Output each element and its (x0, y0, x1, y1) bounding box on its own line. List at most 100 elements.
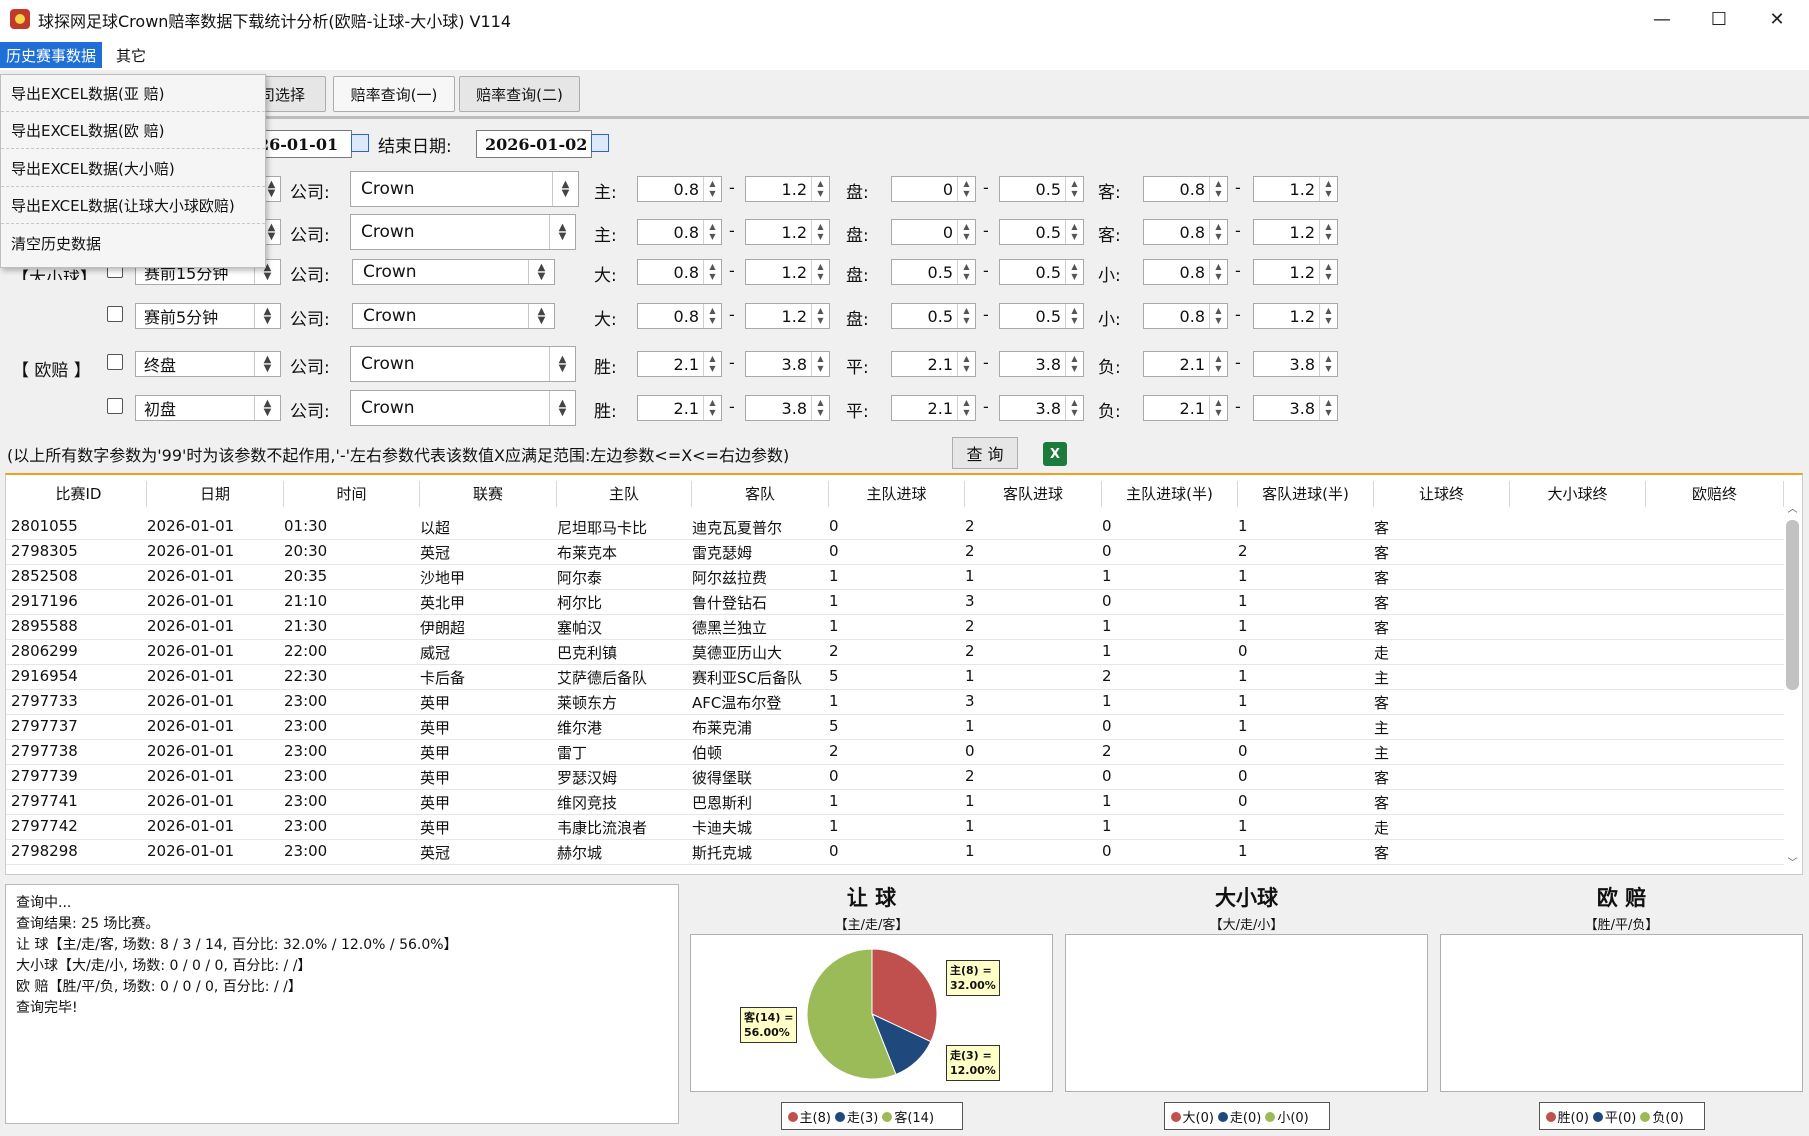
spin-arrows-icon[interactable]: ▲ ▼ (549, 215, 575, 249)
spin-arrows-icon[interactable]: ▲ ▼ (1319, 352, 1337, 376)
table-row[interactable]: 2797738 2026-01-01 23:00 英甲 雷丁 伯顿 2 0 2 0 主 (6, 740, 1784, 765)
excel-export-icon[interactable]: X (1043, 442, 1067, 466)
range-max-spinner[interactable]: 1.2 ▲ ▼ (745, 303, 830, 329)
table-row[interactable]: 2797739 2026-01-01 23:00 英甲 罗瑟汉姆 彼得堡联 0 2 0 0 客 (6, 765, 1784, 790)
scroll-down-icon[interactable]: ﹀ (1784, 854, 1801, 869)
spin-arrows-icon[interactable]: ▲ ▼ (1319, 220, 1337, 244)
range-min-spinner[interactable]: 2.1 ▲ ▼ (637, 395, 722, 421)
spin-arrows-icon[interactable]: ▲ ▼ (811, 352, 829, 376)
column-header[interactable]: 大小球终 (1510, 481, 1646, 507)
spin-arrows-icon[interactable]: ▲ ▼ (811, 177, 829, 201)
range-min-spinner[interactable]: 2.1 ▲ ▼ (1143, 351, 1228, 377)
range-max-spinner[interactable]: 0.5 ▲ ▼ (999, 259, 1084, 285)
range-min-spinner[interactable]: 0.8 ▲ ▼ (637, 176, 722, 202)
spin-arrows-icon[interactable]: ▲ ▼ (703, 304, 721, 328)
spin-arrows-icon[interactable]: ▲ ▼ (957, 220, 975, 244)
table-row[interactable]: 2895588 2026-01-01 21:30 伊朗超 塞帕汉 德黑兰独立 1 2 1 1 客 (6, 615, 1784, 640)
column-header[interactable]: 主队进球 (829, 481, 965, 507)
filter-checkbox[interactable] (107, 306, 123, 322)
period-select[interactable]: 终盘 ▲ ▼ (135, 351, 281, 377)
range-max-spinner[interactable]: 1.2 ▲ ▼ (1253, 259, 1338, 285)
spin-arrows-icon[interactable]: ▲ ▼ (1209, 304, 1227, 328)
range-max-spinner[interactable]: 3.8 ▲ ▼ (745, 395, 830, 421)
filter-checkbox[interactable] (107, 354, 123, 370)
spin-arrows-icon[interactable]: ▲ ▼ (528, 304, 554, 328)
spin-arrows-icon[interactable]: ▲ ▼ (549, 347, 575, 381)
range-max-spinner[interactable]: 1.2 ▲ ▼ (1253, 176, 1338, 202)
company-select[interactable]: Crown ▲ ▼ (350, 346, 576, 382)
spin-arrows-icon[interactable]: ▲ ▼ (549, 391, 575, 425)
range-min-spinner[interactable]: 0.8 ▲ ▼ (1143, 176, 1228, 202)
column-header[interactable]: 日期 (147, 481, 284, 507)
column-header[interactable]: 客队进球 (965, 481, 1102, 507)
range-min-spinner[interactable]: 2.1 ▲ ▼ (891, 395, 976, 421)
table-row[interactable]: 2797741 2026-01-01 23:00 英甲 维冈竞技 巴恩斯利 1 1 1 0 客 (6, 790, 1784, 815)
column-header[interactable]: 让球终 (1374, 481, 1510, 507)
menu-history-data[interactable]: 历史赛事数据 (0, 42, 103, 68)
clear-history-item[interactable]: 清空历史数据 (1, 225, 265, 262)
spin-arrows-icon[interactable]: ▲ ▼ (703, 260, 721, 284)
spin-arrows-icon[interactable]: ▲ ▼ (1065, 396, 1083, 420)
spin-arrows-icon[interactable]: ▲ ▼ (1209, 260, 1227, 284)
company-select[interactable]: Crown ▲ ▼ (350, 214, 576, 250)
range-min-spinner[interactable]: 0 ▲ ▼ (891, 176, 976, 202)
spin-arrows-icon[interactable]: ▲ ▼ (254, 352, 280, 376)
spin-arrows-icon[interactable]: ▲ ▼ (1319, 396, 1337, 420)
range-max-spinner[interactable]: 0.5 ▲ ▼ (999, 176, 1084, 202)
period-select[interactable]: 赛前5分钟 ▲ ▼ (135, 303, 281, 329)
query-button[interactable]: 查 询 (952, 437, 1018, 469)
range-min-spinner[interactable]: 0.8 ▲ ▼ (637, 219, 722, 245)
spin-arrows-icon[interactable]: ▲ ▼ (1319, 304, 1337, 328)
export-all-odds-item[interactable]: 导出EXCEL数据(让球大小球欧赔) (1, 187, 265, 224)
spin-arrows-icon[interactable]: ▲ ▼ (1209, 352, 1227, 376)
spin-arrows-icon[interactable]: ▲ ▼ (1065, 352, 1083, 376)
spin-arrows-icon[interactable]: ▲ ▼ (703, 352, 721, 376)
scroll-up-icon[interactable]: ︿ (1784, 500, 1801, 515)
table-row[interactable]: 2797742 2026-01-01 23:00 英甲 韦康比流浪者 卡迪夫城 1 1 1 1 走 (6, 815, 1784, 840)
spin-arrows-icon[interactable]: ▲ ▼ (1065, 260, 1083, 284)
range-max-spinner[interactable]: 0.5 ▲ ▼ (999, 219, 1084, 245)
range-max-spinner[interactable]: 1.2 ▲ ▼ (745, 259, 830, 285)
range-min-spinner[interactable]: 2.1 ▲ ▼ (891, 351, 976, 377)
column-header[interactable]: 时间 (284, 481, 420, 507)
range-min-spinner[interactable]: 0.8 ▲ ▼ (637, 259, 722, 285)
period-select[interactable]: 初盘 ▲ ▼ (135, 395, 281, 421)
export-euro-odds-item[interactable]: 导出EXCEL数据(欧 赔) (1, 112, 265, 149)
spin-arrows-icon[interactable]: ▲ ▼ (1065, 177, 1083, 201)
range-max-spinner[interactable]: 1.2 ▲ ▼ (1253, 219, 1338, 245)
table-row[interactable]: 2797733 2026-01-01 23:00 英甲 莱顿东方 AFC温布尔登 1 3 1 1 客 (6, 690, 1784, 715)
spin-arrows-icon[interactable]: ▲ ▼ (552, 172, 578, 206)
company-select[interactable]: Crown ▲ ▼ (352, 303, 555, 329)
range-max-spinner[interactable]: 1.2 ▲ ▼ (1253, 303, 1338, 329)
calendar-icon[interactable] (591, 134, 609, 152)
spin-arrows-icon[interactable]: ▲ ▼ (528, 260, 554, 284)
spin-arrows-icon[interactable]: ▲ ▼ (957, 396, 975, 420)
table-row[interactable]: 2916954 2026-01-01 22:30 卡后备 艾萨德后备队 赛利亚SC后备队 5… (6, 665, 1784, 690)
spin-arrows-icon[interactable]: ▲ ▼ (957, 260, 975, 284)
spin-arrows-icon[interactable]: ▲ ▼ (1209, 177, 1227, 201)
range-min-spinner[interactable]: 0 ▲ ▼ (891, 219, 976, 245)
range-min-spinner[interactable]: 2.1 ▲ ▼ (1143, 395, 1228, 421)
spin-arrows-icon[interactable]: ▲ ▼ (957, 304, 975, 328)
table-row[interactable]: 2917196 2026-01-01 21:10 英北甲 柯尔比 鲁什登钻石 1 3 0 1 客 (6, 590, 1784, 615)
menu-other[interactable]: 其它 (110, 42, 152, 68)
range-min-spinner[interactable]: 0.5 ▲ ▼ (891, 303, 976, 329)
spin-arrows-icon[interactable]: ▲ ▼ (703, 396, 721, 420)
column-header[interactable]: 联赛 (420, 481, 557, 507)
tab-odds-query-2[interactable]: 赔率查询(二) (459, 76, 580, 112)
filter-checkbox[interactable] (107, 398, 123, 414)
range-max-spinner[interactable]: 3.8 ▲ ▼ (999, 395, 1084, 421)
scrollbar-thumb[interactable] (1786, 520, 1799, 690)
column-header[interactable]: 主队进球(半) (1102, 481, 1238, 507)
spin-arrows-icon[interactable]: ▲ ▼ (957, 177, 975, 201)
table-row[interactable]: 2798298 2026-01-01 23:00 英冠 赫尔城 斯托克城 0 1 0 1 客 (6, 840, 1784, 865)
column-header[interactable]: 比赛ID (11, 481, 147, 507)
spin-arrows-icon[interactable]: ▲ ▼ (811, 304, 829, 328)
company-select[interactable]: Crown ▲ ▼ (350, 171, 579, 207)
range-max-spinner[interactable]: 3.8 ▲ ▼ (1253, 351, 1338, 377)
spin-arrows-icon[interactable]: ▲ ▼ (254, 396, 280, 420)
table-row[interactable]: 2798305 2026-01-01 20:30 英冠 布莱克本 雷克瑟姆 0 2 0 2 客 (6, 540, 1784, 565)
range-min-spinner[interactable]: 0.5 ▲ ▼ (891, 259, 976, 285)
column-header[interactable]: 客队进球(半) (1238, 481, 1374, 507)
spin-arrows-icon[interactable]: ▲ ▼ (1065, 220, 1083, 244)
